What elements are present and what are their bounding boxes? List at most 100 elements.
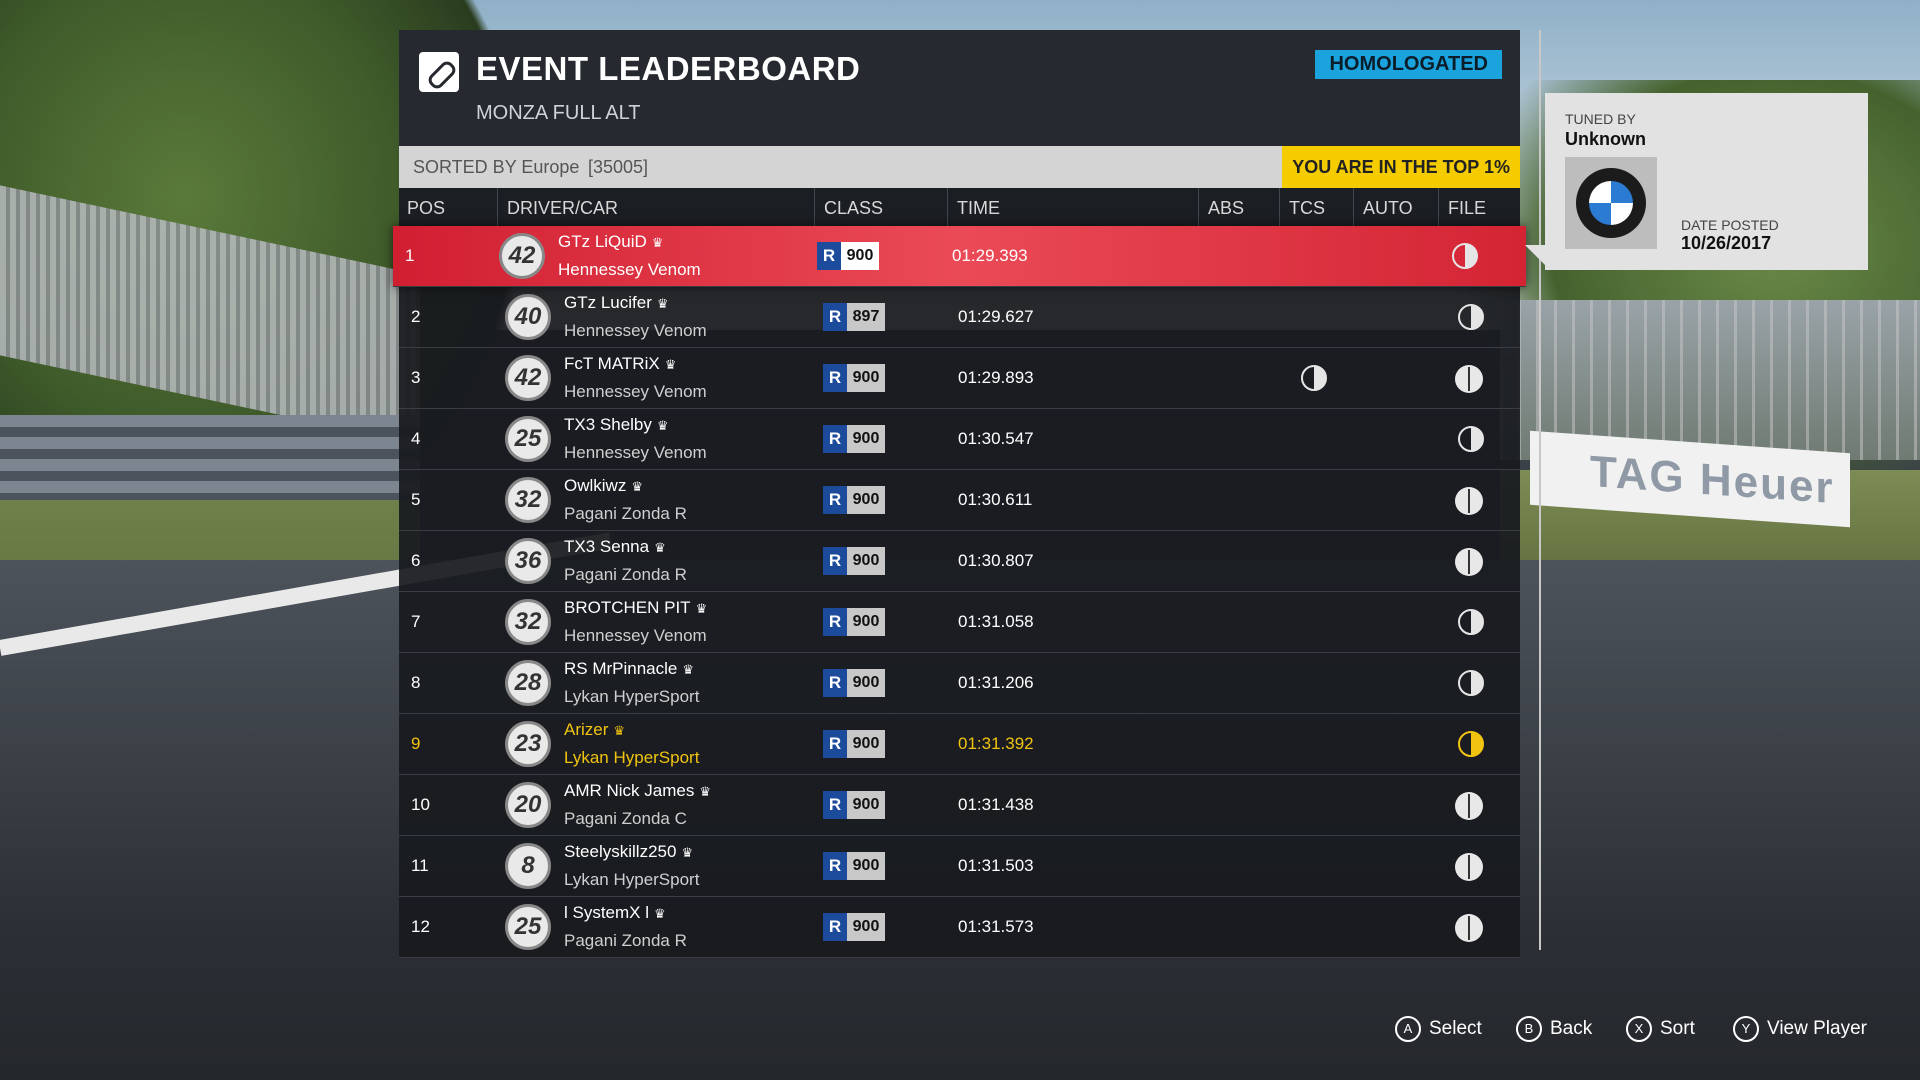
car-number-icon: 25 [505,904,551,950]
page-title: EVENT LEADERBOARD [476,50,861,87]
col-abs[interactable]: ABS [1208,198,1244,219]
position: 7 [411,612,421,631]
table-row[interactable]: 8 28 RS MrPinnacle ♛ Lykan HyperSport R 900 01:… [399,653,1520,714]
barrier-left [0,415,420,505]
class-pi: 900 [847,791,885,819]
file-indicator-icon[interactable] [1455,365,1483,393]
car-name: Pagani Zonda R [564,504,687,523]
table-row[interactable]: 12 25 l SystemX l ♛ Pagani Zonda R R 900 01:31.… [399,897,1520,958]
class-badge: R 897 [823,303,885,331]
class-letter: R [823,791,847,819]
divider-line [1539,30,1541,950]
class-letter: R [823,303,847,331]
col-driver-car[interactable]: DRIVER/CAR [507,198,618,219]
crown-icon: ♛ [613,723,626,738]
leaderboard-icon [419,52,459,92]
col-auto[interactable]: AUTO [1363,198,1413,219]
class-letter: R [823,486,847,514]
file-indicator-icon[interactable] [1458,304,1484,330]
file-indicator-icon[interactable] [1458,670,1484,696]
lap-time: 01:31.206 [958,673,1034,692]
driver-name: FcT MATRiX ♛ [564,354,677,373]
sort-bar[interactable]: SORTED BY Europe [35005] YOU ARE IN THE … [399,146,1520,188]
col-class[interactable]: CLASS [824,198,883,219]
lap-time: 01:30.807 [958,551,1034,570]
file-indicator-icon[interactable] [1455,548,1483,576]
lap-time: 01:30.547 [958,429,1034,448]
driver-name: TX3 Senna ♛ [564,537,666,556]
file-indicator-icon[interactable] [1452,243,1478,269]
crown-icon: ♛ [682,662,695,677]
class-pi: 900 [847,547,885,575]
crown-icon: ♛ [631,479,643,494]
table-row[interactable]: 7 32 BROTCHEN PIT ♛ Hennessey Venom R 900 01:31… [399,592,1520,653]
col-tcs[interactable]: TCS [1289,198,1325,219]
class-badge: R 900 [823,486,885,514]
b-button-icon: B [1516,1016,1542,1042]
col-time[interactable]: TIME [957,198,1000,219]
table-row[interactable]: 9 23 Arizer ♛ Lykan HyperSport R 900 01:31.392 [399,714,1520,775]
position: 1 [405,246,415,265]
file-indicator-icon[interactable] [1458,426,1484,452]
crown-icon: ♛ [699,784,712,799]
car-name: Lykan HyperSport [564,748,700,767]
driver-name: Steelyskillz250 ♛ [564,842,694,861]
view-player-label: View Player [1767,1018,1867,1039]
driver-name: Owlkiwz ♛ [564,476,643,495]
driver-name: l SystemX l ♛ [564,903,666,922]
select-control[interactable]: A Select [1395,1016,1482,1042]
file-indicator-icon[interactable] [1455,853,1483,881]
class-badge: R 900 [823,608,885,636]
table-row[interactable]: 2 40 GTz Lucifer ♛ Hennessey Venom R 897 01:29.… [399,287,1520,348]
class-pi: 900 [847,852,885,880]
class-badge: R 900 [823,669,885,697]
position: 9 [411,734,421,753]
class-letter: R [823,852,847,880]
lap-time: 01:31.438 [958,795,1034,814]
lap-time: 01:30.611 [958,490,1033,509]
top-percent-badge: YOU ARE IN THE TOP 1% [1282,146,1520,188]
file-indicator-icon[interactable] [1458,609,1484,635]
col-pos[interactable]: POS [407,198,445,219]
car-number-icon: 25 [505,416,551,462]
tcs-indicator-icon [1301,365,1327,391]
view-player-control[interactable]: Y View Player [1733,1016,1867,1042]
driver-name: RS MrPinnacle ♛ [564,659,695,678]
bmw-logo-icon [1576,168,1646,238]
crown-icon: ♛ [656,296,669,311]
car-number-icon: 8 [505,843,551,889]
back-control[interactable]: B Back [1516,1016,1592,1042]
file-indicator-icon[interactable] [1455,914,1483,942]
date-posted-label: DATE POSTED [1681,217,1779,233]
table-row[interactable]: 10 20 AMR Nick James ♛ Pagani Zonda C R 900 01:… [399,775,1520,836]
col-file[interactable]: FILE [1448,198,1486,219]
controls-footer: A Select B Back X Sort Y View Player [0,1016,1920,1046]
crown-icon: ♛ [654,540,666,555]
driver-name: AMR Nick James ♛ [564,781,712,800]
class-letter: R [823,425,847,453]
crown-icon: ♛ [664,357,677,372]
y-button-icon: Y [1733,1016,1759,1042]
class-badge: R 900 [823,730,885,758]
class-pi: 900 [847,730,885,758]
file-indicator-icon[interactable] [1458,731,1484,757]
table-row[interactable]: 1 42 GTz LiQuiD ♛ Hennessey Venom R 900 01:29.3… [393,226,1526,287]
table-row[interactable]: 5 32 Owlkiwz ♛ Pagani Zonda R R 900 01:30.611 [399,470,1520,531]
car-name: Lykan HyperSport [564,687,700,706]
class-badge: R 900 [817,242,879,270]
sort-control[interactable]: X Sort [1626,1016,1695,1042]
lap-time: 01:31.058 [958,612,1034,631]
table-row[interactable]: 3 42 FcT MATRiX ♛ Hennessey Venom R 900 01:29.8… [399,348,1520,409]
homologated-badge: HOMOLOGATED [1315,50,1502,79]
file-indicator-icon[interactable] [1455,792,1483,820]
table-row[interactable]: 6 36 TX3 Senna ♛ Pagani Zonda R R 900 01:30.807 [399,531,1520,592]
table-row[interactable]: 11 8 Steelyskillz250 ♛ Lykan HyperSport R 900 0… [399,836,1520,897]
class-pi: 900 [847,608,885,636]
crown-icon: ♛ [654,906,666,921]
tuned-by-value: Unknown [1565,129,1646,149]
position: 11 [411,856,429,875]
car-name: Lykan HyperSport [564,870,700,889]
table-row[interactable]: 4 25 TX3 Shelby ♛ Hennessey Venom R 900 01:30.5… [399,409,1520,470]
file-indicator-icon[interactable] [1455,487,1483,515]
lap-time: 01:31.503 [958,856,1034,875]
